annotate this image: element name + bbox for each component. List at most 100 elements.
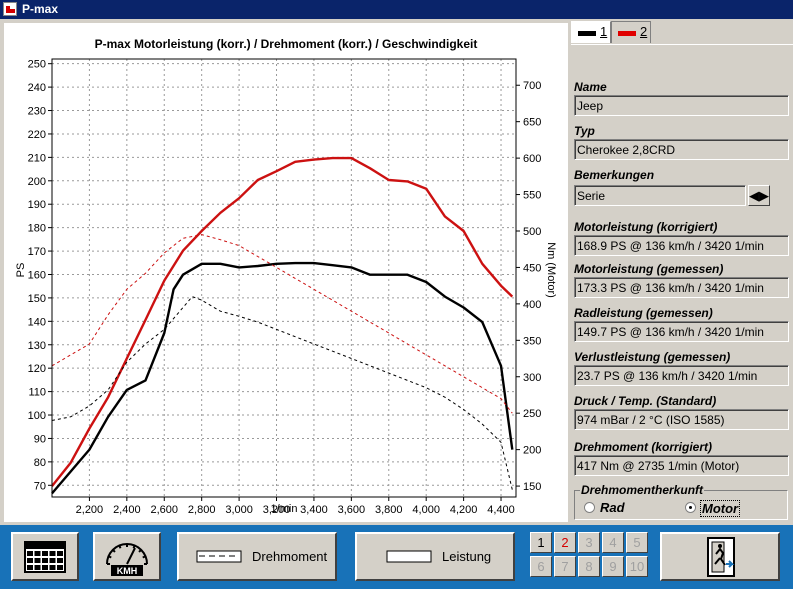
table-view-button[interactable] bbox=[11, 532, 79, 581]
swap-arrows-icon: ◀▶ bbox=[749, 188, 769, 203]
tab-label: 1 bbox=[600, 24, 608, 39]
speed-unit-label: KMH bbox=[117, 566, 138, 576]
tab-graph-1[interactable]: 1 bbox=[571, 21, 611, 43]
druck-temp-field: 974 mBar / 2 °C (ISO 1585) bbox=[574, 409, 789, 430]
y-left-tick-label: 110 bbox=[28, 387, 46, 399]
y-right-tick-label: 700 bbox=[523, 80, 541, 92]
y-right-tick-label: 650 bbox=[523, 117, 541, 129]
exit-door-icon bbox=[707, 537, 735, 577]
table-icon-cell bbox=[27, 558, 33, 563]
bemerkungen-label: Bemerkungen bbox=[574, 168, 655, 182]
chart-series bbox=[51, 156, 514, 495]
leistung-label: Leistung bbox=[442, 549, 492, 564]
table-icon-cell bbox=[34, 551, 41, 556]
table-icon-cell bbox=[57, 565, 63, 570]
y-right-tick-label: 500 bbox=[523, 226, 541, 238]
x-tick-label: 3,600 bbox=[338, 504, 366, 516]
radio-rad[interactable] bbox=[584, 502, 595, 513]
app-window: P-max P-max Motorleistung (korr.) / Dreh… bbox=[0, 0, 793, 589]
table-icon-cell bbox=[34, 565, 41, 570]
torque-line-icon bbox=[196, 550, 242, 563]
graph-slot-5[interactable]: 5 bbox=[626, 532, 648, 553]
exit-button[interactable] bbox=[660, 532, 780, 581]
drehmoment-field: 417 Nm @ 2735 1/min (Motor) bbox=[574, 455, 789, 476]
chart-panel: P-max Motorleistung (korr.) / Drehmoment… bbox=[4, 23, 568, 522]
bottom-toolbar: KMH Drehmoment Leistung bbox=[0, 525, 793, 589]
bemerkungen-field[interactable]: Serie bbox=[574, 185, 746, 206]
swap-arrows-button[interactable]: ◀▶ bbox=[748, 185, 770, 206]
table-icon bbox=[24, 541, 66, 573]
y-left-tick-label: 210 bbox=[28, 152, 46, 164]
graph-slot-9[interactable]: 9 bbox=[602, 556, 624, 577]
y-left-tick-label: 170 bbox=[28, 246, 46, 258]
window-title: P-max bbox=[22, 2, 59, 16]
typ-label: Typ bbox=[574, 124, 595, 138]
speedometer-tick bbox=[142, 555, 146, 559]
power-line-icon bbox=[386, 550, 432, 563]
chart-title: P-max Motorleistung (korr.) / Drehmoment… bbox=[95, 37, 478, 51]
graph-slot-7[interactable]: 7 bbox=[554, 556, 576, 577]
y-right-tick-label: 600 bbox=[523, 153, 541, 165]
x-tick-label: 2,600 bbox=[150, 504, 178, 516]
y-left-tick-label: 240 bbox=[28, 82, 46, 94]
x-tick-label: 2,200 bbox=[76, 504, 104, 516]
series-line-3 bbox=[51, 234, 513, 414]
radio-rad-label[interactable]: Rad bbox=[600, 500, 625, 515]
table-icon-cell bbox=[27, 551, 33, 556]
leistung-button[interactable]: Leistung bbox=[355, 532, 515, 581]
graph-slot-10[interactable]: 10 bbox=[626, 556, 648, 577]
y-left-tick-label: 230 bbox=[28, 106, 46, 118]
table-icon-cell bbox=[49, 558, 56, 563]
graph-slot-1[interactable]: 1 bbox=[530, 532, 552, 553]
table-icon-cell bbox=[42, 558, 48, 563]
dyno-chart: P-max Motorleistung (korr.) / Drehmoment… bbox=[15, 37, 557, 516]
y-right-tick-label: 250 bbox=[523, 408, 541, 420]
table-icon-cell bbox=[57, 558, 63, 563]
chart-ticks: 2,200 2,400 2,600 2,800 3,000 3,200 3,400 3,600… bbox=[28, 59, 542, 516]
table-icon-cell bbox=[49, 551, 56, 556]
y-left-tick-label: 140 bbox=[28, 316, 46, 328]
name-field[interactable]: Jeep bbox=[574, 95, 789, 116]
tab-label: 2 bbox=[640, 24, 648, 39]
radio-motor-label[interactable]: Motor bbox=[700, 500, 741, 517]
y-right-tick-label: 550 bbox=[523, 190, 541, 202]
x-tick-label: 4,400 bbox=[487, 504, 515, 516]
chart-grid bbox=[52, 59, 516, 497]
x-tick-label: 2,800 bbox=[188, 504, 216, 516]
graph-slot-6[interactable]: 6 bbox=[530, 556, 552, 577]
table-icon-cell bbox=[27, 565, 33, 570]
x-tick-label: 4,000 bbox=[412, 504, 440, 516]
y-left-tick-label: 70 bbox=[34, 480, 46, 492]
y-left-tick-label: 180 bbox=[28, 223, 46, 235]
speedometer-tick bbox=[138, 549, 142, 553]
drehmoment-label: Drehmoment (korrigiert) bbox=[574, 440, 713, 454]
radio-motor[interactable] bbox=[685, 502, 696, 513]
typ-field[interactable]: Cherokee 2,8CRD bbox=[574, 139, 789, 160]
tab-graph-2[interactable]: 2 bbox=[611, 21, 651, 43]
y-left-tick-label: 90 bbox=[34, 433, 46, 445]
series-color-swatch bbox=[578, 31, 596, 36]
y-axis-label-right: Nm (Motor) bbox=[545, 242, 557, 298]
y-left-tick-label: 200 bbox=[28, 176, 46, 188]
x-axis-label: 1/min bbox=[271, 503, 298, 515]
speedometer-button[interactable]: KMH bbox=[93, 532, 161, 581]
graph-slot-3[interactable]: 3 bbox=[578, 532, 600, 553]
tab-divider bbox=[571, 44, 793, 45]
y-left-tick-label: 190 bbox=[28, 199, 46, 211]
y-right-tick-label: 300 bbox=[523, 372, 541, 384]
speedometer-icon: KMH bbox=[106, 543, 148, 576]
graph-slot-8[interactable]: 8 bbox=[578, 556, 600, 577]
graph-slot-2[interactable]: 2 bbox=[554, 532, 576, 553]
y-left-tick-label: 120 bbox=[28, 363, 46, 375]
drehmoment-label: Drehmoment bbox=[252, 549, 328, 564]
speedometer-tick bbox=[118, 545, 122, 549]
table-icon-cell bbox=[57, 551, 63, 556]
plot-frame bbox=[51, 58, 517, 498]
x-tick-label: 3,400 bbox=[300, 504, 328, 516]
graph-slot-4[interactable]: 4 bbox=[602, 532, 624, 553]
drehmoment-button[interactable]: Drehmoment bbox=[177, 532, 337, 581]
x-tick-label: 3,000 bbox=[225, 504, 253, 516]
motorleistung-korr-label: Motorleistung (korrigiert) bbox=[574, 220, 718, 234]
y-left-tick-label: 160 bbox=[28, 269, 46, 281]
x-tick-label: 4,200 bbox=[450, 504, 478, 516]
